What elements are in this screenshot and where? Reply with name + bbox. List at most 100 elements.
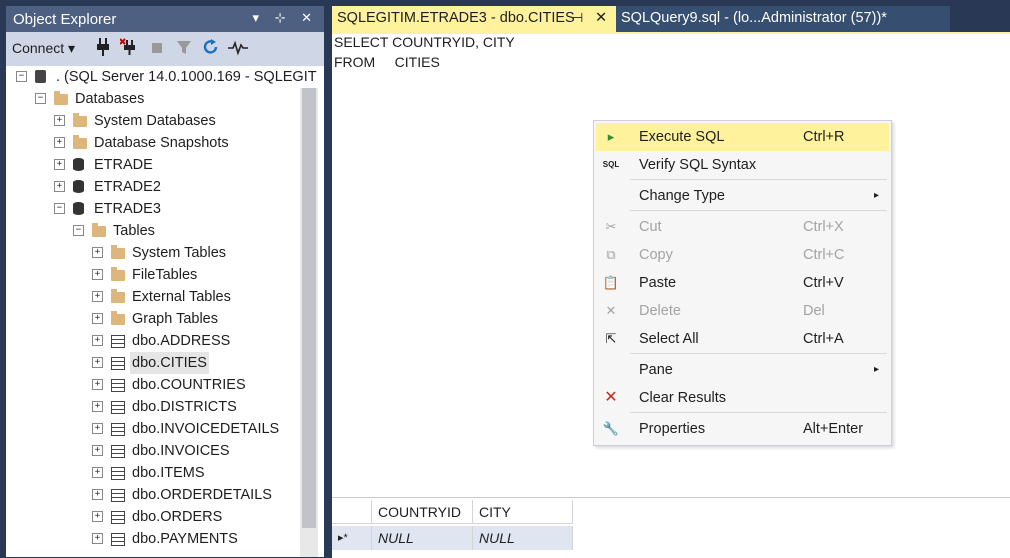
expand-icon[interactable]: + [92, 511, 103, 522]
menu-item-properties[interactable]: 🔧 Properties Alt+Enter [596, 415, 889, 443]
expand-icon[interactable]: + [92, 291, 103, 302]
expand-icon[interactable]: + [92, 269, 103, 280]
expand-icon[interactable]: + [54, 115, 65, 126]
collapse-icon[interactable]: − [16, 71, 27, 82]
expand-icon[interactable]: + [92, 247, 103, 258]
expand-icon[interactable]: + [54, 181, 65, 192]
menu-item-pane[interactable]: Pane ▸ [596, 356, 889, 384]
delete-icon: ✕ [605, 303, 617, 318]
menu-item-verify-sql-syntax[interactable]: SQL Verify SQL Syntax [596, 151, 889, 179]
table-icon [111, 379, 125, 392]
expand-icon[interactable]: + [92, 423, 103, 434]
sql-icon: SQL [602, 160, 620, 169]
menu-item-execute-sql[interactable]: ▸ Execute SQL Ctrl+R [596, 123, 889, 151]
menu-separator [630, 412, 887, 413]
close-icon[interactable]: ✕ [595, 6, 607, 30]
collapse-icon[interactable]: − [35, 93, 46, 104]
scrollbar-thumb[interactable] [302, 88, 316, 528]
folder-icon [73, 135, 87, 149]
tree-node-label: FileTables [132, 267, 198, 283]
cell-city[interactable]: NULL [473, 526, 573, 550]
menu-item-clear-results[interactable]: ✕ Clear Results [596, 384, 889, 412]
refresh-icon[interactable] [203, 38, 219, 58]
tree-node-label: dbo.CITIES [130, 352, 209, 374]
tab-etrade3-cities[interactable]: SQLEGITIM.ETRADE3 - dbo.CITIES ⊣ ✕ [332, 6, 616, 32]
pin-icon[interactable]: ⊣ [572, 6, 583, 30]
menu-item-shortcut: Ctrl+A [803, 331, 844, 347]
tree-node-label: dbo.COUNTRIES [132, 377, 246, 393]
folder-icon [73, 113, 87, 127]
menu-item-label: Select All [639, 331, 699, 347]
expand-icon[interactable]: + [92, 467, 103, 478]
sql-line[interactable]: SELECT COUNTRYID, CITY [334, 34, 515, 50]
expand-icon[interactable]: + [92, 357, 103, 368]
table-icon [111, 511, 125, 524]
menu-item-label: Change Type [639, 188, 725, 204]
menu-item-select-all[interactable]: ⇱ Select All Ctrl+A [596, 325, 889, 353]
cut-icon: ✂ [605, 219, 617, 234]
submenu-arrow-icon: ▸ [873, 190, 879, 201]
menu-item-label: Execute SQL [639, 129, 725, 145]
table-icon [111, 423, 125, 436]
expand-icon[interactable]: + [92, 445, 103, 456]
activity-monitor-icon[interactable] [228, 38, 248, 58]
expand-icon[interactable]: + [92, 335, 103, 346]
tree-node-label: ETRADE3 [94, 201, 161, 217]
database-icon [73, 158, 84, 171]
copy-icon: ⧉ [606, 247, 616, 262]
tree-node-label: Database Snapshots [94, 135, 229, 151]
expand-icon[interactable]: + [92, 379, 103, 390]
object-explorer-toolbar: Connect ▾ [6, 32, 324, 66]
menu-item-cut: ✂ Cut Ctrl+X [596, 213, 889, 241]
menu-item-change-type[interactable]: Change Type ▸ [596, 182, 889, 210]
grid-corner [332, 500, 372, 524]
context-menu: ▸ Execute SQL Ctrl+R SQL Verify SQL Syntax Ch… [593, 120, 892, 446]
sql-line[interactable]: FROM CITIES [334, 54, 440, 70]
menu-item-shortcut: Ctrl+C [803, 247, 845, 263]
table-icon [111, 357, 125, 370]
results-pane: COUNTRYID CITY ▸* NULL NULL [332, 497, 1010, 558]
expand-icon[interactable]: + [92, 401, 103, 412]
collapse-icon[interactable]: − [54, 203, 65, 214]
folder-icon [111, 245, 125, 259]
tree-node-label: ETRADE2 [94, 179, 161, 195]
expand-icon[interactable]: + [54, 159, 65, 170]
filter-icon [176, 38, 192, 58]
execute-icon: ▸ [607, 129, 615, 144]
tree-scrollbar[interactable] [300, 88, 318, 557]
menu-item-shortcut: Del [803, 303, 825, 319]
menu-item-label: Verify SQL Syntax [639, 157, 757, 173]
menu-item-delete: ✕ Delete Del [596, 297, 889, 325]
menu-item-paste[interactable]: 📋 Paste Ctrl+V [596, 269, 889, 297]
tree-node-label: dbo.INVOICEDETAILS [132, 421, 280, 437]
menu-item-label: Paste [639, 275, 677, 291]
stop-icon [151, 38, 163, 58]
column-header-countryid[interactable]: COUNTRYID [372, 500, 473, 524]
menu-item-shortcut: Alt+Enter [803, 421, 864, 437]
table-icon [111, 445, 125, 458]
object-explorer-title: Object Explorer [13, 11, 117, 28]
tree-node-label: dbo.ADDRESS [132, 333, 231, 349]
menu-item-copy: ⧉ Copy Ctrl+C [596, 241, 889, 269]
expand-icon[interactable]: + [54, 137, 65, 148]
table-icon [111, 335, 125, 348]
tree-node-label: dbo.ORDERDETAILS [132, 487, 272, 503]
expand-icon[interactable]: + [92, 489, 103, 500]
menu-item-label: Pane [639, 362, 673, 378]
column-header-city[interactable]: CITY [473, 500, 573, 524]
paste-icon: 📋 [602, 275, 620, 290]
tab-sqlquery9[interactable]: SQLQuery9.sql - (lo...Administrator (57)… [616, 6, 950, 32]
tree-node-label: ETRADE [94, 157, 153, 173]
expand-icon[interactable]: + [92, 533, 103, 544]
collapse-icon[interactable]: − [73, 225, 84, 236]
connect-button[interactable]: Connect ▾ [12, 38, 75, 58]
tab-label: SQLEGITIM.ETRADE3 - dbo.CITIES [337, 10, 575, 26]
folder-icon [111, 289, 125, 303]
disconnect-icon[interactable] [119, 38, 138, 58]
cell-countryid[interactable]: NULL [372, 526, 473, 550]
tree-node-label: System Tables [132, 245, 227, 261]
panel-window-buttons[interactable]: ▾ ⊹ ✕ [252, 10, 318, 26]
connect-plug-icon[interactable] [96, 38, 110, 58]
table-icon [111, 401, 125, 414]
expand-icon[interactable]: + [92, 313, 103, 324]
